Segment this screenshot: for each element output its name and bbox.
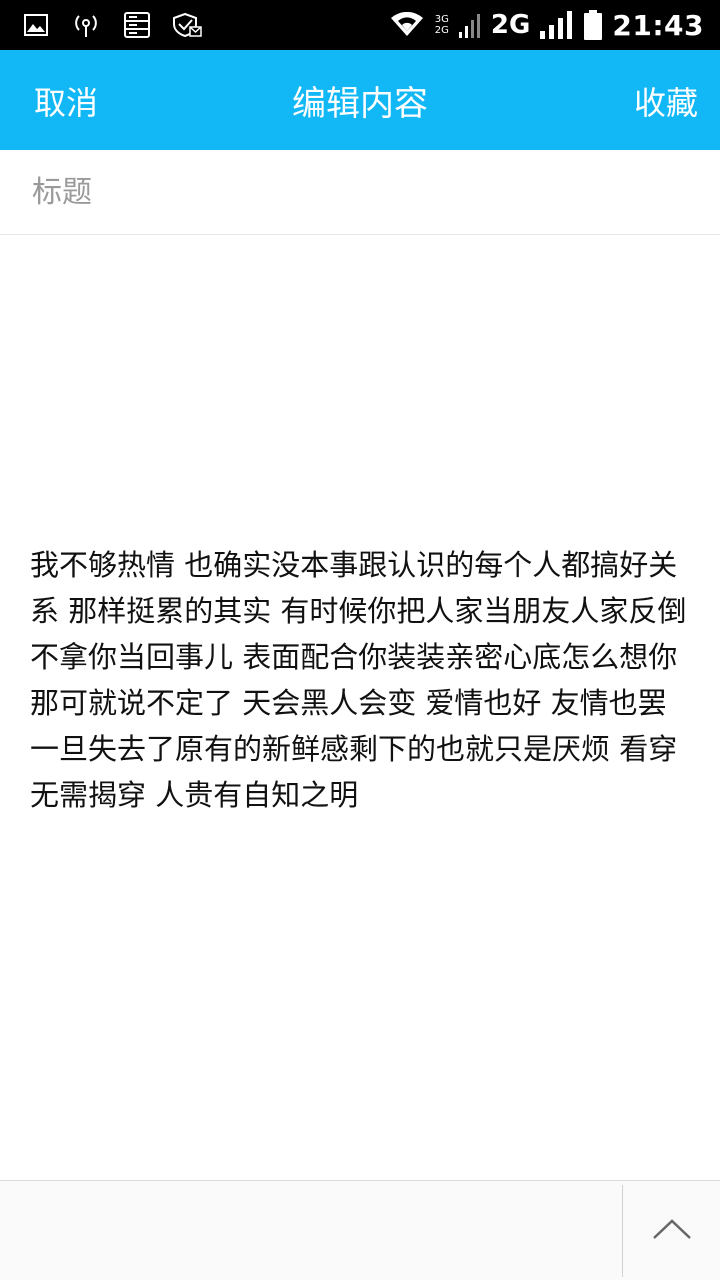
collapse-button[interactable] [623, 1181, 720, 1281]
status-bar: 3G 2G 2G 21:43 [0, 0, 720, 50]
network-type-stack: 3G 2G [435, 14, 449, 36]
wifi-icon [389, 12, 425, 38]
page-title: 编辑内容 [292, 83, 428, 124]
content-text[interactable]: 我不够热情 也确实没本事跟认识的每个人都搞好关系 那样挺累的其实 有时候你把人家… [30, 542, 690, 818]
network-3g-label: 3G [434, 14, 449, 25]
status-left-icons [24, 12, 202, 38]
network-label: 2G [490, 10, 531, 40]
cancel-button[interactable]: 取消 [34, 78, 98, 124]
hotspot-icon [70, 12, 102, 38]
signal-small-icon [458, 12, 481, 38]
bottom-toolbar [0, 1180, 720, 1280]
content-editor[interactable]: 我不够热情 也确实没本事跟认识的每个人都搞好关系 那样挺累的其实 有时候你把人家… [0, 236, 720, 1180]
title-input[interactable] [32, 162, 672, 222]
signal-icon [540, 11, 574, 39]
chevron-up-icon [652, 1218, 692, 1244]
image-icon [24, 14, 48, 36]
title-field-container [0, 150, 720, 235]
clock: 21:43 [612, 8, 704, 42]
network-2g-label: 2G [434, 25, 449, 36]
status-right-icons: 3G 2G 2G 21:43 [389, 9, 704, 42]
title-bar: 取消 编辑内容 收藏 [0, 50, 720, 150]
battery-icon [584, 10, 603, 40]
favorite-button[interactable]: 收藏 [634, 78, 698, 124]
storage-icon [124, 12, 150, 38]
shield-mail-icon [172, 12, 202, 38]
